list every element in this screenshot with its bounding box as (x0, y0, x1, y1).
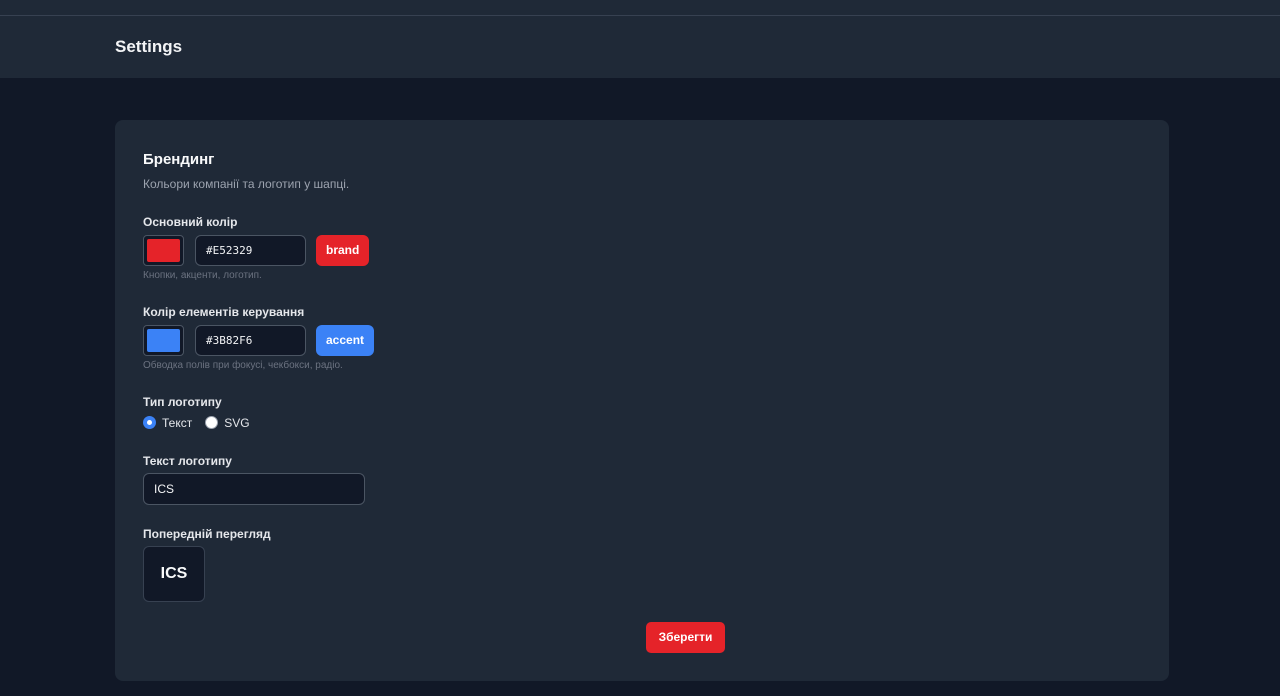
control-color-picker[interactable] (143, 325, 184, 356)
logo-type-label: Тип логотипу (143, 395, 222, 409)
logo-type-radio-group: Текст SVG (143, 414, 263, 431)
control-color-swatch (147, 329, 180, 352)
logo-preview: ICS (143, 546, 205, 602)
page-title: Settings (115, 37, 183, 56)
logo-preview-text: ICS (160, 565, 188, 582)
control-color-hint: Обводка полів при фокусі, чекбокси, раді… (143, 360, 343, 371)
logo-type-text-label[interactable]: Текст (162, 416, 192, 430)
save-button[interactable]: Зберегти (646, 622, 725, 653)
page-header: Settings (0, 16, 1280, 78)
preview-label: Попередній перегляд (143, 527, 271, 541)
logo-text-input[interactable]: ICS (143, 473, 365, 505)
primary-color-label: Основний колір (143, 215, 238, 229)
primary-color-hint: Кнопки, акценти, логотип. (143, 270, 262, 281)
section-description: Кольори компанії та логотип у шапці. (143, 177, 350, 191)
accent-tag: accent (316, 325, 375, 356)
section-title: Брендинг (143, 151, 215, 168)
logo-type-svg-radio[interactable] (205, 416, 219, 429)
top-strip (0, 0, 1280, 16)
logo-type-svg-label[interactable]: SVG (224, 416, 249, 430)
logo-type-text-radio[interactable] (143, 416, 156, 429)
primary-color-picker[interactable] (143, 235, 184, 266)
logo-text-label: Текст логотипу (143, 454, 232, 468)
control-color-hex-input[interactable]: #3B82F6 (195, 325, 306, 356)
branding-card: Брендинг Кольори компанії та логотип у ш… (115, 120, 1169, 681)
primary-color-hex-input[interactable]: #E52329 (195, 235, 306, 266)
control-color-label: Колір елементів керування (143, 305, 305, 319)
brand-tag: brand (316, 235, 370, 266)
primary-color-swatch (147, 239, 180, 262)
